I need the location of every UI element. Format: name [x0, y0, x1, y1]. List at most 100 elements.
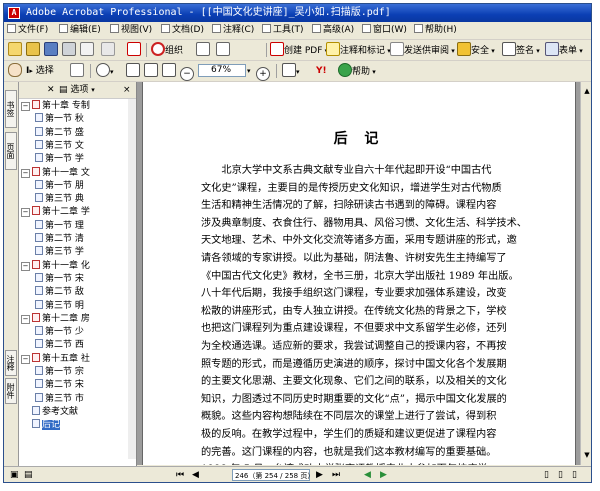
options-menu[interactable]: ▤ 选项 ▾	[59, 82, 95, 98]
bookmark-item[interactable]: − 第十二章 学	[21, 206, 90, 219]
next-page-button[interactable]: ▶	[316, 469, 323, 482]
bookmark-item[interactable]: 后记	[21, 419, 61, 432]
tab-attachments[interactable]: 附件	[5, 378, 17, 404]
bookmark-item[interactable]: 第一节 少	[35, 326, 84, 339]
bookmark-item[interactable]: − 第十五章 社	[21, 352, 90, 366]
fit-width-button[interactable]	[162, 63, 176, 79]
previous-view-button[interactable]: ◀	[364, 469, 371, 482]
layout-single-page-icon[interactable]: ▣	[10, 469, 19, 482]
page-number-input[interactable]: 246（第 254 / 258 页）	[232, 469, 314, 481]
bookmark-item[interactable]: − 第十二章 房	[21, 312, 90, 326]
bookmark-item[interactable]: 第一节 宋	[35, 272, 84, 286]
document-scrollbar[interactable]: ▲ ▼	[580, 82, 591, 465]
secure-button[interactable]: 安全 ▾	[457, 42, 495, 58]
attach-button[interactable]	[101, 42, 115, 58]
bookmark-item[interactable]: 第二节 盛	[35, 126, 84, 140]
zoom-in-button[interactable]: +	[256, 63, 270, 81]
comment-markup-button[interactable]: 注释和标记 ▾	[326, 42, 391, 58]
tab-comments[interactable]: 注释	[5, 350, 17, 376]
bookmark-item[interactable]: 第二节 宋	[35, 379, 84, 392]
close-panel-icon[interactable]: ×	[123, 82, 131, 98]
rotate-button[interactable]: ▾	[282, 63, 300, 79]
tab-bookmarks[interactable]: 书签	[5, 90, 17, 128]
scroll-up-arrow[interactable]: ▲	[582, 86, 591, 96]
menu-document[interactable]: 文档(D)	[161, 22, 204, 39]
zoom-tool-button[interactable]: ▾	[96, 63, 114, 79]
collapse-toggle-icon[interactable]: −	[21, 208, 30, 218]
bookmark-item[interactable]: 第一节 秋	[35, 113, 84, 126]
bookmark-item[interactable]: − 第十一章 化	[21, 259, 90, 273]
search-icon	[196, 42, 210, 56]
next-view-button[interactable]: ▶	[380, 469, 387, 482]
continuous-view-icon[interactable]: ▯	[558, 469, 563, 482]
zoom-input[interactable]: 67%	[198, 64, 246, 77]
single-page-view-icon[interactable]: ▯	[544, 469, 549, 482]
menu-view[interactable]: 视图(V)	[110, 22, 152, 39]
menu-window[interactable]: 窗口(W)	[362, 22, 407, 39]
hand-tool-button[interactable]	[8, 63, 22, 79]
forms-button[interactable]: 表单 ▾	[545, 42, 583, 58]
menu-advanced[interactable]: 高级(A)	[312, 22, 354, 39]
snapshot-button[interactable]	[70, 63, 84, 79]
collapse-toggle-icon[interactable]: −	[21, 261, 30, 271]
tab-pages[interactable]: 页面	[5, 132, 17, 170]
scroll-down-arrow[interactable]: ▼	[582, 450, 591, 460]
menu-tools[interactable]: 工具(T)	[262, 22, 304, 39]
collapse-toggle-icon[interactable]: −	[21, 314, 30, 324]
bookmark-item[interactable]: 第二节 西	[35, 339, 84, 352]
menu-help[interactable]: 帮助(H)	[414, 22, 457, 39]
bookmark-item[interactable]: 第一节 宗	[35, 366, 84, 379]
bookmark-item[interactable]: 第三节 明	[35, 299, 84, 313]
attach-icon	[101, 42, 115, 56]
collapse-toggle-icon[interactable]: −	[21, 102, 30, 111]
bookmark-scrollbar[interactable]	[128, 99, 136, 459]
zoom-dropdown[interactable]: ▾	[247, 63, 251, 79]
bookmark-item[interactable]: 第二节 敌	[35, 286, 84, 299]
bookmark-item[interactable]: 第三节 文	[35, 139, 84, 153]
bookmark-item[interactable]: 第三节 市	[35, 392, 84, 406]
open-button[interactable]	[26, 42, 40, 58]
fit-page-button[interactable]	[144, 63, 158, 79]
acrobat-window: A Adobe Acrobat Professional - [[中国文化史讲座…	[3, 3, 592, 483]
bookmark-label: 第一节 朋	[45, 180, 84, 191]
zoom-out-button[interactable]: −	[180, 63, 194, 81]
bookmark-item[interactable]: 第一节 朋	[35, 179, 84, 193]
export-button[interactable]	[127, 42, 141, 58]
collapse-toggle-icon[interactable]: −	[21, 168, 30, 178]
menu-edit[interactable]: 编辑(E)	[59, 22, 101, 39]
menu-file[interactable]: 文件(F)	[7, 22, 48, 39]
bookmark-item[interactable]: 第三节 典	[35, 193, 84, 206]
last-page-button[interactable]: ⏭	[332, 469, 340, 482]
bookmark-item[interactable]: − 第十章 专制	[21, 100, 90, 113]
find-button[interactable]	[216, 42, 230, 58]
actual-size-button[interactable]	[126, 63, 140, 79]
create-pdf-button[interactable]: 创建 PDF ▾	[270, 42, 328, 58]
help-button[interactable]: 帮助 ▾	[338, 63, 376, 79]
previous-page-button[interactable]: ◀	[192, 469, 199, 482]
bookmark-item[interactable]: 第二节 清	[35, 233, 84, 246]
yahoo-toolbar-button[interactable]: Y!	[316, 63, 327, 79]
first-page-button[interactable]: ⏮	[176, 469, 184, 482]
bookmark-item[interactable]: 参考文献	[21, 405, 78, 419]
collapse-toggle-icon[interactable]: −	[21, 354, 30, 364]
sign-button[interactable]: 签名 ▾	[502, 42, 540, 58]
bookmark-item[interactable]: 第三节 学	[35, 246, 84, 259]
bookmark-icon[interactable]	[29, 84, 43, 98]
organize-button[interactable]: 组织	[151, 42, 183, 58]
send-review-button[interactable]: 发送供审阅 ▾	[390, 42, 455, 58]
delete-bookmark-icon[interactable]: ✕	[47, 82, 55, 98]
print-button[interactable]	[62, 42, 76, 58]
bookmark-label: 第十五章 社	[42, 353, 90, 364]
facing-view-icon[interactable]: ▯	[572, 469, 577, 482]
search-button[interactable]	[196, 42, 210, 58]
email-button[interactable]	[80, 42, 94, 58]
bookmark-item[interactable]: − 第十一章 文	[21, 166, 90, 180]
select-tool-button[interactable]: I▸ 选择	[26, 63, 54, 79]
menu-comments[interactable]: 注释(C)	[212, 22, 254, 39]
layout-continuous-icon[interactable]: ▤	[24, 469, 33, 482]
save-button[interactable]	[44, 42, 58, 58]
acrobat-app-icon[interactable]: A	[8, 7, 20, 19]
bookmark-item[interactable]: 第一节 学	[35, 153, 84, 166]
bookmark-item[interactable]: 第一节 理	[35, 219, 84, 233]
create-button[interactable]	[8, 42, 22, 58]
